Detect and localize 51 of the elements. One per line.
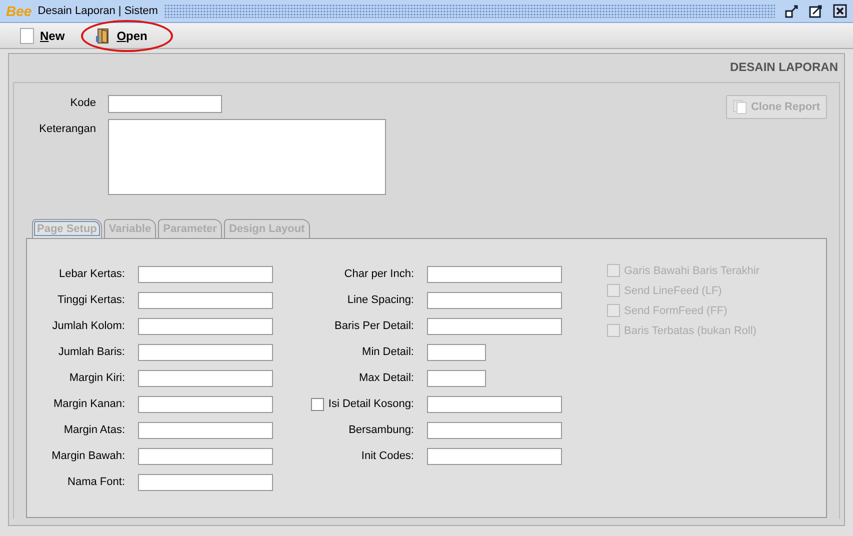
input-field[interactable] [427, 422, 562, 438]
input-field[interactable] [427, 370, 486, 386]
page-icon [20, 28, 34, 44]
field-label: Line Spacing: [346, 294, 414, 306]
input-field[interactable] [427, 448, 562, 464]
field-label: Margin Atas: [62, 424, 125, 436]
open-button[interactable]: Open [92, 26, 162, 46]
field-label: Min Detail: [361, 346, 414, 358]
close-icon[interactable] [833, 4, 847, 18]
field-label: Margin Bawah: [50, 450, 125, 462]
field-label: Margin Kanan: [52, 398, 125, 410]
input-field[interactable] [138, 292, 273, 308]
field-label: Jumlah Baris: [57, 346, 125, 358]
input-field[interactable] [427, 396, 562, 412]
window-title: Desain Laporan | Sistem [38, 5, 158, 17]
field-label: Kode [69, 96, 96, 111]
input-field[interactable] [108, 95, 222, 113]
input-field[interactable] [138, 266, 273, 282]
field-label: Nama Font: [66, 476, 125, 488]
field-label: Margin Kiri: [68, 372, 125, 384]
maximize-icon[interactable] [809, 4, 823, 18]
app-logo: Bee [6, 3, 32, 19]
copy-icon [732, 100, 747, 114]
door-icon [94, 28, 111, 44]
page-heading: DESAIN LAPORAN [728, 59, 839, 76]
field-label: Baris Per Detail: [334, 320, 414, 332]
field-label: Isi Detail Kosong: [328, 398, 414, 410]
tab[interactable]: Page Setup [32, 219, 102, 238]
field-label: Jumlah Kolom: [51, 320, 125, 332]
new-button[interactable]: New [18, 26, 79, 46]
field-label: Bersambung: [348, 424, 414, 436]
input-field[interactable] [138, 396, 273, 412]
input-field[interactable] [427, 266, 562, 282]
field-label: Tinggi Kertas: [56, 294, 125, 306]
input-field[interactable] [138, 370, 273, 386]
restore-icon[interactable] [785, 4, 799, 18]
field-label: Char per Inch: [343, 268, 414, 280]
field-label: Lebar Kertas: [58, 268, 125, 280]
input-field[interactable] [427, 292, 562, 308]
input-field[interactable] [138, 448, 273, 464]
input-field[interactable] [138, 422, 273, 438]
input-field[interactable] [427, 318, 562, 334]
input-field[interactable] [427, 344, 486, 360]
text-area[interactable] [108, 119, 386, 195]
input-field[interactable] [138, 318, 273, 334]
field-label: Init Codes: [360, 450, 414, 462]
checkbox[interactable] [311, 398, 324, 410]
field-label: Keterangan [38, 122, 96, 137]
field-label: Max Detail: [358, 372, 414, 384]
input-field[interactable] [138, 344, 273, 360]
input-field[interactable] [138, 474, 273, 490]
